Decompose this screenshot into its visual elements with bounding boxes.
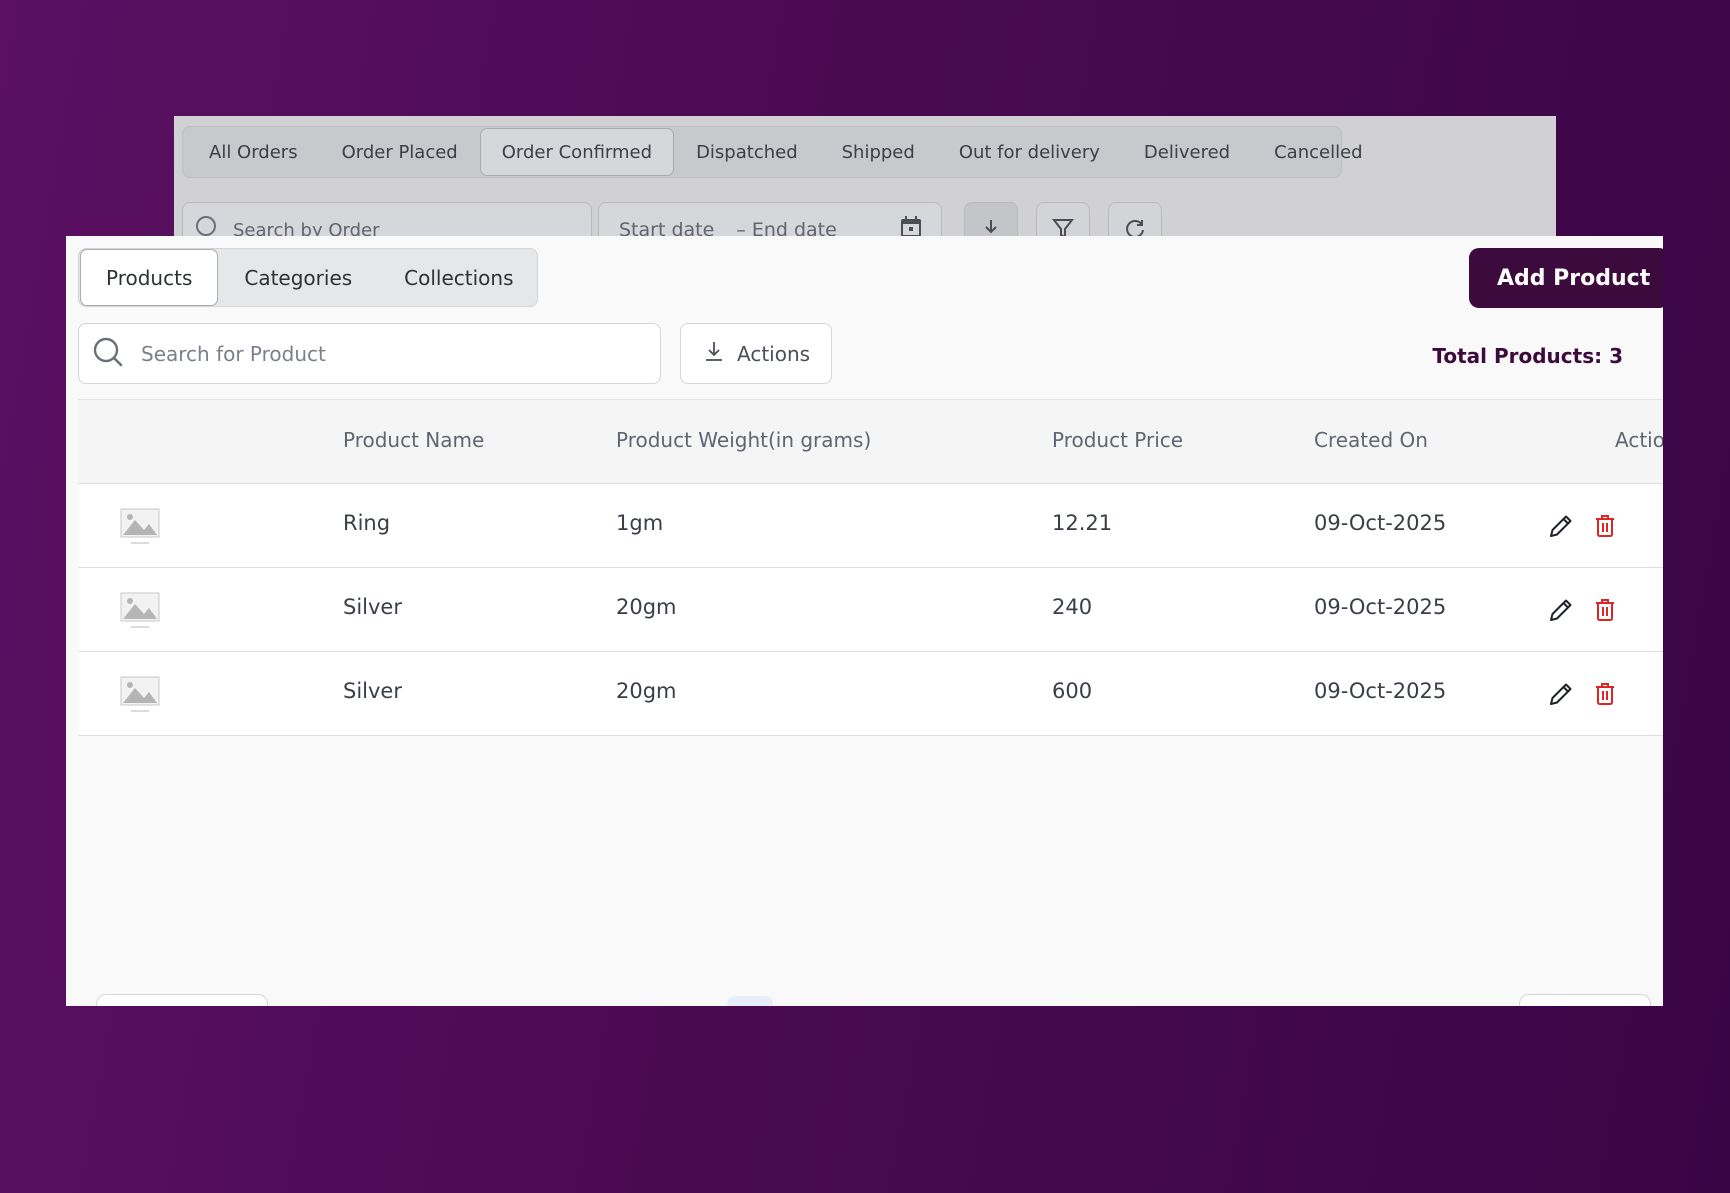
- table-row[interactable]: Silver 20gm 600 09-Oct-2025: [78, 652, 1663, 736]
- tab-out-for-delivery[interactable]: Out for delivery: [937, 128, 1122, 176]
- tab-shipped[interactable]: Shipped: [820, 128, 937, 176]
- trash-icon[interactable]: [1594, 514, 1616, 542]
- tab-categories[interactable]: Categories: [218, 249, 378, 306]
- actions-button[interactable]: Actions: [680, 323, 832, 384]
- product-price-cell: 12.21: [1052, 511, 1113, 535]
- pagination-current-page[interactable]: [727, 996, 773, 1006]
- edit-icon[interactable]: [1547, 512, 1575, 544]
- edit-icon[interactable]: [1547, 680, 1575, 712]
- product-name-cell: Ring: [343, 511, 391, 535]
- product-price-cell: 240: [1052, 595, 1093, 619]
- product-section-tabs: Products Categories Collections: [78, 248, 538, 307]
- tab-collections[interactable]: Collections: [378, 249, 539, 306]
- trash-icon[interactable]: [1594, 682, 1616, 710]
- product-price-cell: 600: [1052, 679, 1093, 703]
- table-row[interactable]: Silver 20gm 240 09-Oct-2025: [78, 568, 1663, 652]
- image-placeholder-icon: [120, 676, 160, 720]
- orders-panel: All Orders Order Placed Order Confirmed …: [174, 116, 1556, 246]
- products-panel: Products Categories Collections Add Prod…: [66, 236, 1663, 1006]
- table-row[interactable]: Ring 1gm 12.21 09-Oct-2025: [78, 484, 1663, 568]
- tab-dispatched[interactable]: Dispatched: [674, 128, 820, 176]
- column-header-created-on[interactable]: Created On: [1314, 428, 1428, 452]
- edit-icon[interactable]: [1547, 596, 1575, 628]
- order-status-tabs: All Orders Order Placed Order Confirmed …: [182, 126, 1363, 178]
- actions-label: Actions: [737, 341, 811, 366]
- trash-icon[interactable]: [1594, 598, 1616, 626]
- product-name-cell: Silver: [343, 595, 402, 619]
- tab-order-confirmed[interactable]: Order Confirmed: [479, 128, 675, 176]
- column-header-action: Action: [1615, 428, 1663, 452]
- product-search-placeholder: Search for Product: [141, 341, 326, 366]
- tab-products[interactable]: Products: [80, 249, 219, 306]
- products-table: Product Name Product Weight(in grams) Pr…: [78, 399, 1663, 736]
- tab-order-placed[interactable]: Order Placed: [320, 128, 480, 176]
- column-header-product-price[interactable]: Product Price: [1052, 428, 1183, 452]
- tab-all-orders[interactable]: All Orders: [187, 128, 320, 176]
- image-placeholder-icon: [120, 508, 160, 552]
- product-weight-cell: 20gm: [616, 595, 677, 619]
- pagination-next-button[interactable]: [1519, 994, 1651, 1006]
- table-header: Product Name Product Weight(in grams) Pr…: [78, 399, 1663, 484]
- created-on-cell: 09-Oct-2025: [1314, 679, 1447, 703]
- tab-cancelled[interactable]: Cancelled: [1252, 128, 1384, 176]
- image-placeholder-icon: [120, 592, 160, 636]
- search-icon: [91, 335, 125, 373]
- download-icon: [703, 340, 725, 367]
- product-name-cell: Silver: [343, 679, 402, 703]
- created-on-cell: 09-Oct-2025: [1314, 595, 1447, 619]
- total-products-count: Total Products: 3: [1432, 344, 1623, 368]
- pagination-previous-button[interactable]: [96, 994, 268, 1006]
- product-weight-cell: 1gm: [616, 511, 664, 535]
- column-header-product-weight[interactable]: Product Weight(in grams): [616, 428, 871, 452]
- product-weight-cell: 20gm: [616, 679, 677, 703]
- tab-delivered[interactable]: Delivered: [1122, 128, 1252, 176]
- product-search-input[interactable]: Search for Product: [78, 323, 661, 384]
- add-product-button[interactable]: Add Product: [1469, 248, 1663, 308]
- column-header-product-name[interactable]: Product Name: [343, 428, 484, 452]
- created-on-cell: 09-Oct-2025: [1314, 511, 1447, 535]
